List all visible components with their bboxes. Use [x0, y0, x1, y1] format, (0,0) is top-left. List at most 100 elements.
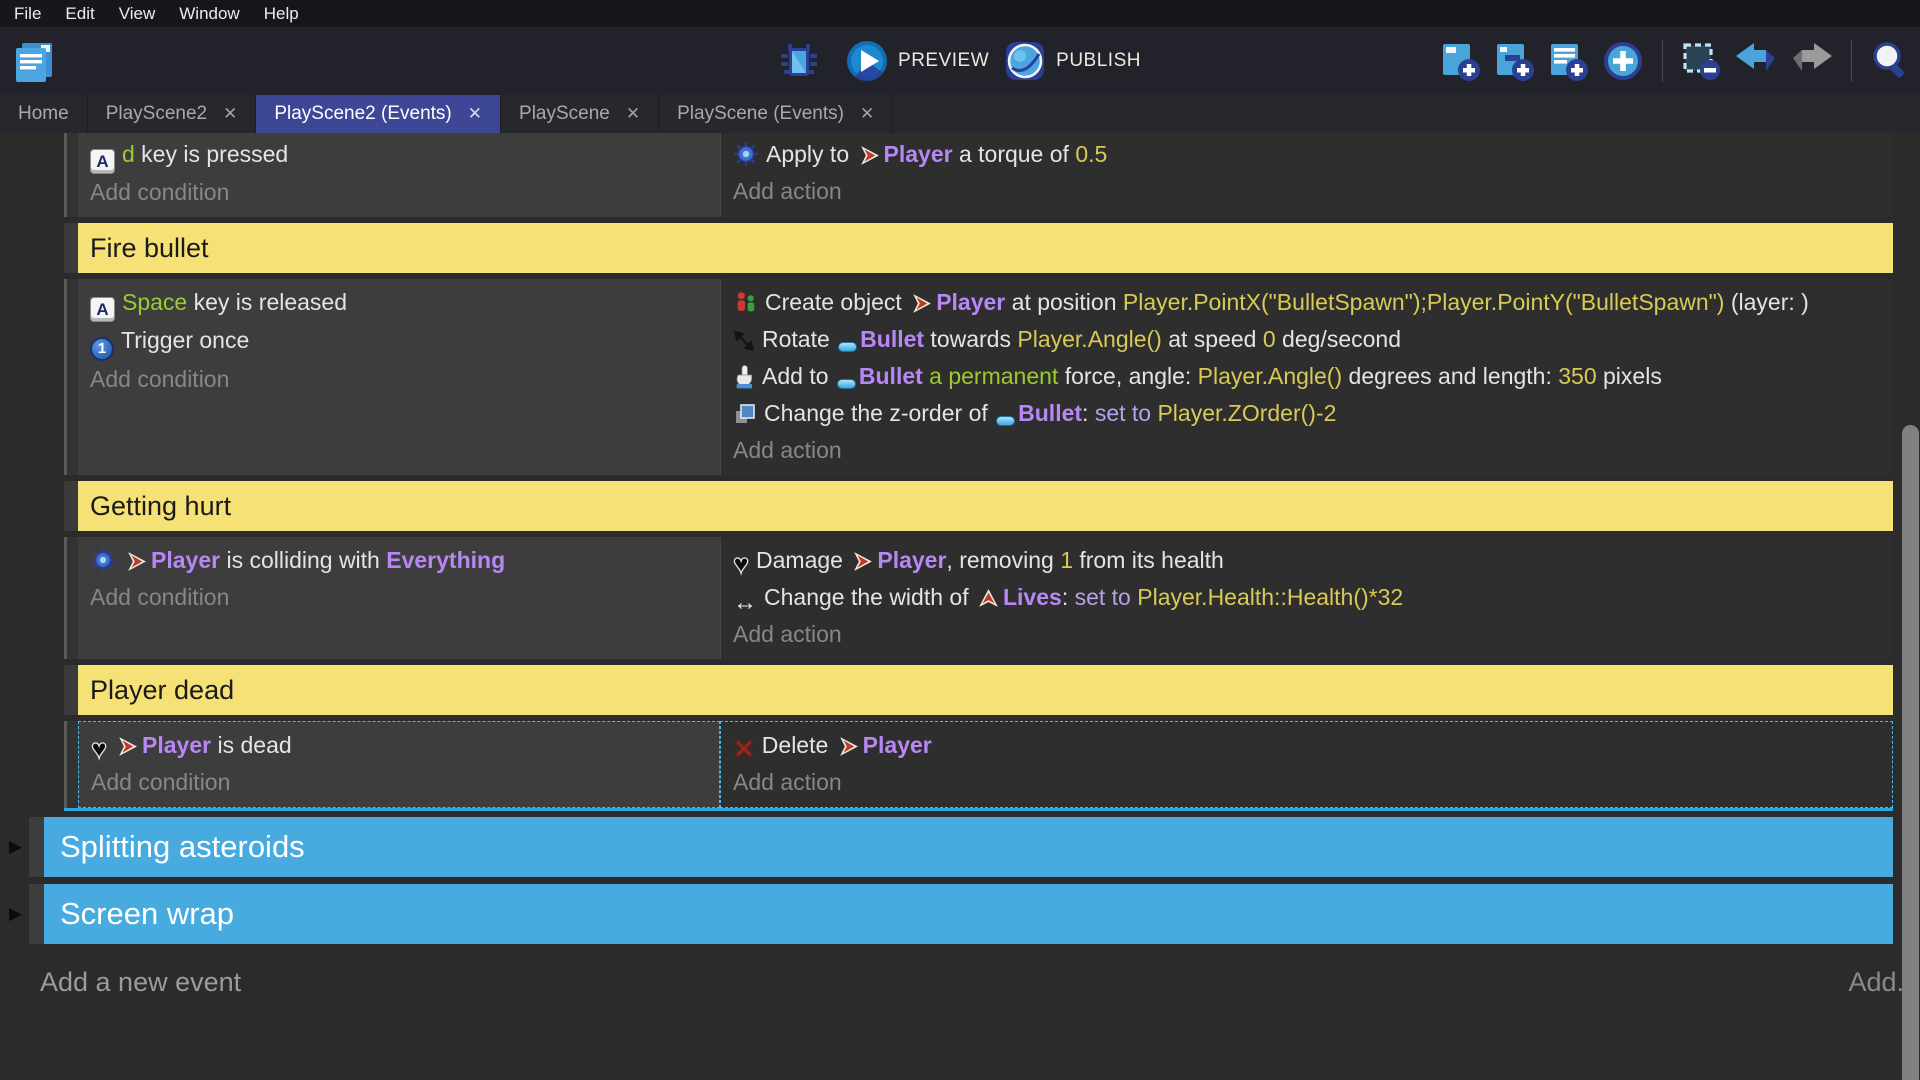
add-action-link[interactable]: Add action [733, 764, 1880, 801]
zorder-icon [733, 402, 757, 426]
condition-line[interactable]: ♥Player is dead [91, 727, 707, 764]
menu-view[interactable]: View [119, 4, 156, 24]
text-segment: Player [863, 732, 932, 758]
text-segment: Player [936, 289, 1005, 315]
event-drag-handle[interactable] [64, 721, 78, 808]
add-new-event-button[interactable]: Add a new event [40, 967, 241, 997]
physics-icon [90, 547, 116, 573]
action-line[interactable]: Create object Player at position Player.… [733, 284, 1881, 321]
group-row[interactable]: ▶Splitting asteroids [29, 817, 1893, 877]
collapse-arrow-icon[interactable]: ▶ [9, 904, 22, 924]
action-line[interactable]: Change the z-order of Bullet: set to Pla… [733, 395, 1881, 432]
add-comment-icon[interactable] [1546, 39, 1590, 83]
add-more-icon[interactable] [1600, 38, 1646, 84]
comment-row[interactable]: Fire bullet [64, 223, 1893, 273]
condition-line[interactable]: ASpace key is released [90, 284, 708, 322]
event-drag-handle[interactable] [64, 279, 78, 475]
text-segment: set to [1075, 584, 1131, 610]
search-icon[interactable] [1868, 39, 1912, 83]
comment-row[interactable]: Player dead [64, 665, 1893, 715]
close-icon[interactable]: ✕ [223, 104, 237, 124]
events-footer: Add a new event Add... [40, 954, 1920, 1014]
event-drag-handle[interactable] [29, 884, 44, 944]
text-segment: 350 [1558, 363, 1596, 389]
event-row[interactable]: ASpace key is released1Trigger onceAdd c… [64, 279, 1893, 475]
menu-window[interactable]: Window [179, 4, 239, 24]
event-drag-handle[interactable] [64, 223, 78, 273]
action-line[interactable]: Add to Bullet a permanent force, angle: … [733, 358, 1881, 395]
event-drag-handle[interactable] [64, 537, 78, 659]
menu-help[interactable]: Help [264, 4, 299, 24]
tab-playscene-events[interactable]: PlayScene (Events) ✕ [659, 95, 893, 133]
text-segment: key is pressed [135, 141, 288, 167]
close-icon[interactable]: ✕ [468, 104, 482, 124]
add-action-link[interactable]: Add action [733, 173, 1881, 210]
event-drag-handle[interactable] [29, 817, 44, 877]
text-segment: degrees and length: [1342, 363, 1558, 389]
collapse-arrow-icon[interactable]: ▶ [9, 837, 22, 857]
add-condition-link[interactable]: Add condition [90, 579, 708, 616]
add-event-icon[interactable] [1438, 39, 1482, 83]
actions-column: Create object Player at position Player.… [720, 279, 1893, 475]
close-icon[interactable]: ✕ [626, 104, 640, 124]
redo-icon[interactable] [1789, 41, 1835, 81]
text-segment: Delete [762, 732, 835, 758]
action-line[interactable]: ↔Change the width of Lives: set to Playe… [733, 579, 1881, 616]
menu-edit[interactable]: Edit [65, 4, 94, 24]
vertical-scrollbar[interactable] [1902, 425, 1919, 1080]
create-object-icon [733, 290, 758, 315]
publish-globe-icon [1003, 39, 1047, 83]
event-drag-handle[interactable] [64, 133, 78, 217]
tab-playscene[interactable]: PlayScene ✕ [501, 95, 659, 133]
add-action-link[interactable]: Add action [733, 432, 1881, 469]
text-segment: Create object [765, 289, 908, 315]
action-line[interactable]: Apply to Player a torque of 0.5 [733, 136, 1881, 173]
publish-button[interactable]: PUBLISH [1003, 39, 1141, 83]
comment-row[interactable]: Getting hurt [64, 481, 1893, 531]
text-segment: from its health [1073, 547, 1224, 573]
project-manager-icon[interactable] [10, 37, 58, 85]
close-icon[interactable]: ✕ [860, 104, 874, 124]
event-row[interactable]: Ad key is pressedAdd condition Apply to P… [64, 133, 1893, 217]
event-row[interactable]: ♥Player is deadAdd condition ✕Delete Play… [64, 721, 1893, 811]
text-segment: Trigger once [121, 327, 249, 353]
add-condition-link[interactable]: Add condition [91, 764, 707, 801]
text-segment: : [1062, 584, 1075, 610]
condition-line[interactable]: Ad key is pressed [90, 136, 708, 174]
tab-home[interactable]: Home [0, 95, 88, 133]
delete-selection-icon[interactable] [1679, 39, 1723, 83]
event-row[interactable]: Player is colliding with EverythingAdd c… [64, 537, 1893, 659]
undo-icon[interactable] [1733, 41, 1779, 81]
toolbar-separator [1662, 40, 1663, 82]
add-subevent-icon[interactable] [1492, 39, 1536, 83]
tab-playscene2-events[interactable]: PlayScene2 (Events) ✕ [256, 95, 501, 133]
tab-label: Home [18, 103, 69, 125]
preview-button[interactable]: PREVIEW [845, 39, 989, 83]
player-object-icon [910, 292, 933, 315]
text-segment: key is released [187, 289, 347, 315]
action-line[interactable]: ✕Delete Player [733, 727, 1880, 764]
condition-line[interactable]: Player is colliding with Everything [90, 542, 708, 579]
add-condition-link[interactable]: Add condition [90, 361, 708, 398]
debugger-icon[interactable] [779, 41, 819, 81]
event-drag-handle[interactable] [64, 665, 78, 715]
text-segment: Damage [756, 547, 849, 573]
physics-icon [733, 141, 759, 167]
text-segment: pixels [1597, 363, 1662, 389]
conditions-column: Player is colliding with EverythingAdd c… [78, 537, 720, 659]
condition-line[interactable]: 1Trigger once [90, 322, 708, 361]
group-row[interactable]: ▶Screen wrap [29, 884, 1893, 944]
add-condition-link[interactable]: Add condition [90, 174, 708, 211]
actions-column: ✕Delete PlayerAdd action [720, 721, 1893, 808]
text-segment: at position [1005, 289, 1123, 315]
action-line[interactable]: ♥Damage Player, removing 1 from its heal… [733, 542, 1881, 579]
tab-playscene2[interactable]: PlayScene2 ✕ [88, 95, 257, 133]
tab-label: PlayScene2 (Events) [274, 103, 451, 125]
event-drag-handle[interactable] [64, 481, 78, 531]
heart-icon: ♥ [91, 737, 107, 761]
menu-file[interactable]: File [14, 4, 41, 24]
add-action-link[interactable]: Add action [733, 616, 1881, 653]
text-segment: : [1082, 400, 1095, 426]
bullet-object-icon [837, 379, 856, 389]
action-line[interactable]: Rotate Bullet towards Player.Angle() at … [733, 321, 1881, 358]
